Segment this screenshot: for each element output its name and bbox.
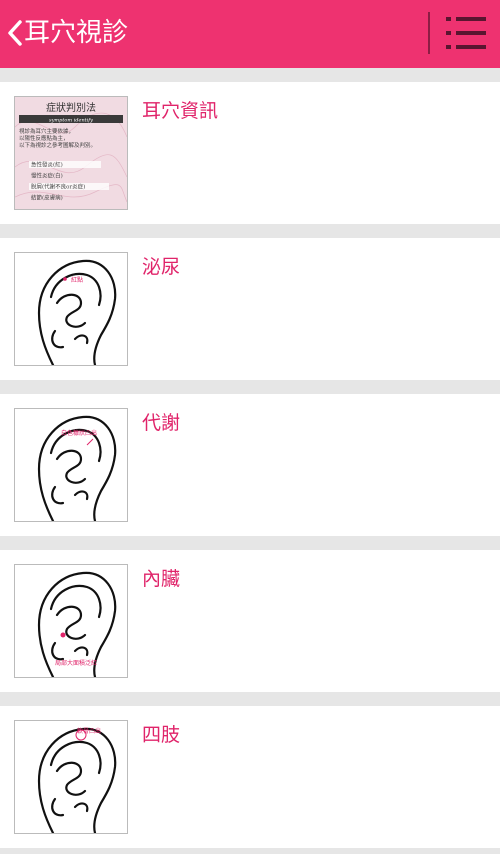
thumb-annotation: 白色糠狀凸出: [61, 429, 97, 437]
thumb-list-2: 慢性炎症(白): [31, 172, 63, 180]
ear-diagram: 紅點: [37, 259, 117, 365]
ear-diagram: 局部大面積泛紅: [37, 571, 117, 677]
thumb-text-1: 視診為耳穴主要依據，: [19, 127, 74, 135]
chevron-left-icon[interactable]: [4, 16, 26, 50]
thumb-annotation: 軟骨凸出: [77, 727, 101, 735]
thumb-list-4: 結節(皮膚病): [31, 194, 63, 202]
marker-dot: [60, 632, 66, 638]
page-title: 耳穴視診: [24, 18, 129, 48]
thumb-text-3: 以下為視診之參考圖解及判別。: [19, 141, 96, 149]
thumb-subtitle: symptom identify: [49, 118, 93, 124]
item-label: 內臟: [142, 568, 181, 590]
list-item-urinary[interactable]: 紅點 泌尿: [0, 238, 500, 380]
ear-diagram: 軟骨凸出: [37, 727, 117, 833]
ear-thumbnail: 紅點: [14, 252, 128, 366]
info-card-graphic: 症狀判別法 symptom identify 視診為耳穴主要依據， 以陽性反應點…: [15, 97, 127, 209]
thumb-annotation: 紅點: [71, 276, 83, 284]
ear-thumbnail: 軟骨凸出: [14, 720, 128, 834]
thumb-title: 症狀判別法: [46, 101, 96, 114]
thumb-text-2: 以陽性反應點為主，: [19, 134, 69, 142]
ear-thumbnail: 局部大面積泛紅: [14, 564, 128, 678]
item-label: 耳穴資訊: [142, 100, 219, 122]
list-item-info[interactable]: 症狀判別法 symptom identify 視診為耳穴主要依據， 以陽性反應點…: [0, 82, 500, 224]
list-menu-icon[interactable]: [444, 14, 488, 52]
header-divider: [428, 12, 430, 54]
item-label: 四肢: [142, 724, 181, 746]
list-item-organs[interactable]: 局部大面積泛紅 內臟: [0, 550, 500, 692]
info-thumbnail: 症狀判別法 symptom identify 視診為耳穴主要依據， 以陽性反應點…: [14, 96, 128, 210]
list-item-limbs[interactable]: 軟骨凸出 四肢: [0, 706, 500, 848]
thumb-annotation: 局部大面積泛紅: [55, 659, 97, 667]
list-item-metabolism[interactable]: 白色糠狀凸出 代謝: [0, 394, 500, 536]
marker-dot: [63, 277, 67, 281]
thumb-list-3: 脫屑(代謝不良or炎症): [31, 183, 85, 191]
item-label: 泌尿: [142, 256, 181, 278]
ear-thumbnail: 白色糠狀凸出: [14, 408, 128, 522]
pointer-line: [86, 438, 94, 446]
item-label: 代謝: [142, 412, 181, 434]
app-header: 耳穴視診: [0, 0, 500, 68]
ear-diagram: 白色糠狀凸出: [37, 415, 117, 521]
thumb-list-1: 急性發炎(紅): [31, 161, 63, 169]
